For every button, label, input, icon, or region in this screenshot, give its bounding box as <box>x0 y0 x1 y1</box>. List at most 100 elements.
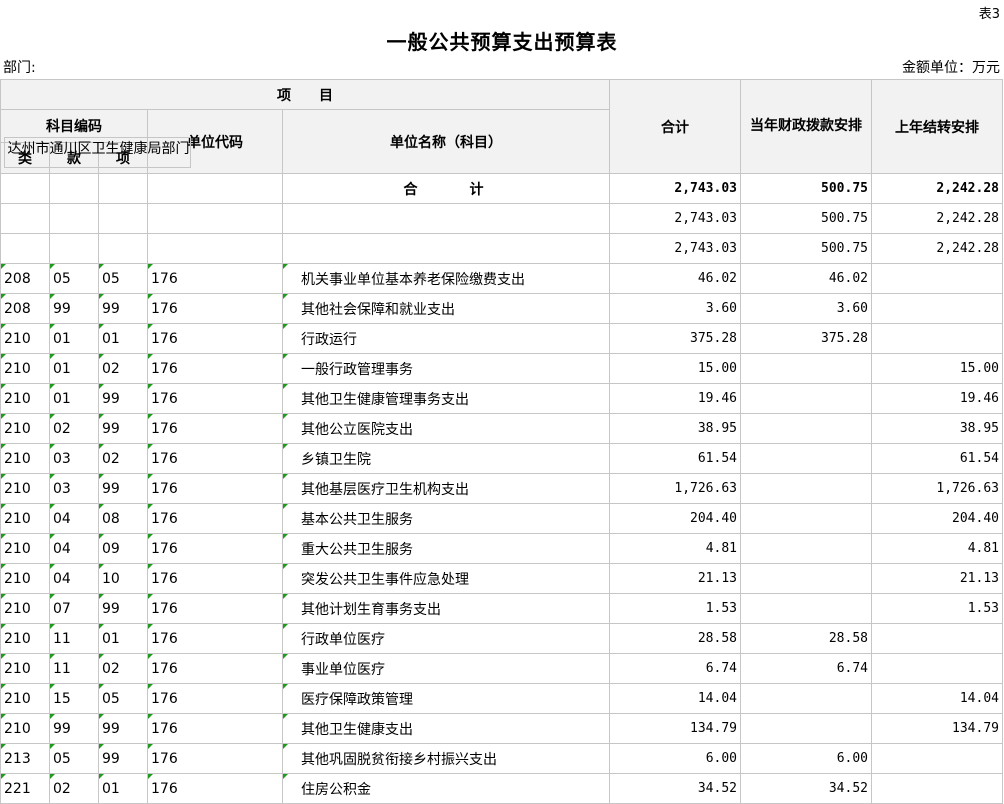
cell-lei-text: 208 <box>4 270 31 287</box>
cell-marker-icon <box>50 354 55 359</box>
cell-total: 375.28 <box>609 323 741 354</box>
cell-lei-text: 221 <box>4 780 31 797</box>
cell-lei: 210 <box>0 713 50 744</box>
cell-lei-text: 210 <box>4 360 31 377</box>
cell-lei: 210 <box>0 593 50 624</box>
cell-xiang-text: 02 <box>102 450 120 467</box>
cell-unit-name: 事业单位医疗 <box>282 653 610 684</box>
cell-total-text: 61.54 <box>697 451 737 466</box>
cell-total: 14.04 <box>609 683 741 714</box>
cell-unit-name-text: 其他卫生健康管理事务支出 <box>301 391 469 408</box>
cell-xiang-text: 99 <box>102 300 120 317</box>
cell-unit-name-text: 行政运行 <box>301 331 357 348</box>
cell-carryover: 204.40 <box>871 503 1003 534</box>
cell-unit-name-text: 机关事业单位基本养老保险缴费支出 <box>301 271 525 288</box>
cell-total-text: 21.13 <box>697 571 737 586</box>
cell-total-text: 4.81 <box>705 541 737 556</box>
table-body: 合 计 2,743.03 500.75 2,242.28 2,743.03 500.75 2… <box>0 136 1003 804</box>
cell-marker-icon <box>50 564 55 569</box>
cell-kuan-text: 11 <box>53 630 71 647</box>
cell-unit-name-text: 其他基层医疗卫生机构支出 <box>301 481 469 498</box>
cell-total: 21.13 <box>609 563 741 594</box>
cell-xiang: 99 <box>98 473 148 504</box>
table-row: 210 04 09 176 重大公共卫生服务 4.81 4.81 <box>0 533 1003 564</box>
cell-carryover <box>871 773 1003 804</box>
cell-unit-code-text: 176 <box>151 780 178 797</box>
cell-marker-icon <box>50 774 55 779</box>
cell-marker-icon <box>283 744 288 749</box>
cell-kuan: 04 <box>49 563 99 594</box>
cell-marker-icon <box>50 444 55 449</box>
cell-marker-icon <box>148 564 153 569</box>
cell-marker-icon <box>283 654 288 659</box>
cell-total: 28.58 <box>609 623 741 654</box>
cell-unit-code-text: 176 <box>151 480 178 497</box>
cell-lei-text: 210 <box>4 510 31 527</box>
cell-total: 204.40 <box>609 503 741 534</box>
cell-lei: 210 <box>0 533 50 564</box>
cell-unit-code-text: 176 <box>151 360 178 377</box>
cell-unit-name-text: 合 计 <box>403 181 492 198</box>
cell-marker-icon <box>283 474 288 479</box>
cell-unit-code-text: 176 <box>151 690 178 707</box>
cell-marker-icon <box>148 474 153 479</box>
table-row: 2,743.03 500.75 2,242.28 <box>0 203 1003 234</box>
cell-unit-name: 其他基层医疗卫生机构支出 <box>282 473 610 504</box>
cell-total-text: 2,743.03 <box>674 241 737 256</box>
cell-marker-icon <box>50 714 55 719</box>
cell-unit-code: 176 <box>147 563 283 594</box>
cell-marker-icon <box>1 654 6 659</box>
cell-total-text: 2,743.03 <box>674 211 737 226</box>
table-row: 210 99 99 176 其他卫生健康支出 134.79 134.79 <box>0 713 1003 744</box>
cell-kuan: 15 <box>49 683 99 714</box>
cell-unit-name-text: 基本公共卫生服务 <box>301 511 413 528</box>
cell-carryover <box>871 623 1003 654</box>
cell-marker-icon <box>148 324 153 329</box>
cell-total: 134.79 <box>609 713 741 744</box>
cell-marker-icon <box>148 774 153 779</box>
cell-marker-icon <box>283 354 288 359</box>
cell-unit-code-text: 176 <box>151 420 178 437</box>
cell-total: 38.95 <box>609 413 741 444</box>
cell-kuan: 02 <box>49 773 99 804</box>
cell-marker-icon <box>1 264 6 269</box>
cell-total-text: 28.58 <box>697 631 737 646</box>
cell-marker-icon <box>1 504 6 509</box>
cell-marker-icon <box>148 594 153 599</box>
cell-total-text: 6.00 <box>705 751 737 766</box>
cell-unit-code-text: 176 <box>151 300 178 317</box>
table-row: 210 03 02 176 乡镇卫生院 61.54 61.54 <box>0 443 1003 474</box>
cell-lei-text: 210 <box>4 420 31 437</box>
cell-current-year <box>740 563 872 594</box>
table-row: 210 01 02 176 一般行政管理事务 15.00 15.00 <box>0 353 1003 384</box>
header-carryover: 上年结转安排 <box>871 79 1003 174</box>
cell-total-text: 38.95 <box>697 421 737 436</box>
cell-unit-name-text: 其他社会保障和就业支出 <box>301 301 455 318</box>
cell-unit-code-text: 176 <box>151 450 178 467</box>
cell-total-text: 19.46 <box>697 391 737 406</box>
cell-kuan: 99 <box>49 713 99 744</box>
cell-marker-icon <box>99 294 104 299</box>
cell-lei: 210 <box>0 473 50 504</box>
cell-xiang: 05 <box>98 683 148 714</box>
cell-current-year: 500.75 <box>740 233 872 264</box>
cell-lei <box>0 203 50 234</box>
cell-current-year-text: 28.58 <box>828 631 868 646</box>
cell-marker-icon <box>283 534 288 539</box>
table-row: 210 11 01 176 行政单位医疗 28.58 28.58 <box>0 623 1003 654</box>
table-row: 210 11 02 176 事业单位医疗 6.74 6.74 <box>0 653 1003 684</box>
cell-marker-icon <box>148 384 153 389</box>
cell-carryover-text: 204.40 <box>952 511 999 526</box>
cell-marker-icon <box>50 324 55 329</box>
cell-marker-icon <box>99 444 104 449</box>
cell-unit-code-text: 176 <box>151 330 178 347</box>
cell-marker-icon <box>99 264 104 269</box>
cell-kuan: 04 <box>49 533 99 564</box>
cell-xiang-text: 01 <box>102 630 120 647</box>
cell-current-year <box>740 353 872 384</box>
cell-marker-icon <box>148 714 153 719</box>
cell-kuan-text: 01 <box>53 390 71 407</box>
cell-current-year <box>740 713 872 744</box>
header-project: 项 目 <box>0 79 610 110</box>
cell-carryover: 1.53 <box>871 593 1003 624</box>
